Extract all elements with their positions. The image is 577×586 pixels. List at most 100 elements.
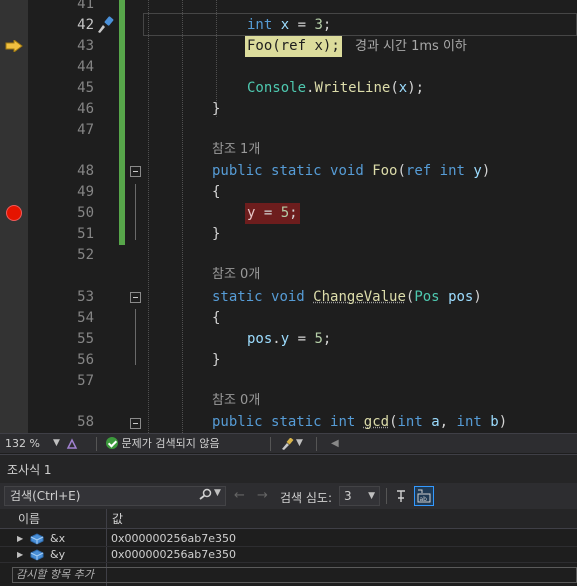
watch-name: &y [50,548,66,561]
variable-icon [30,533,44,545]
zoom-dropdown-icon[interactable]: ▼ [53,434,60,453]
watch-window: 조사식 1 검색(Ctrl+E) ▼ ← → 검색 심도: 3 ▼ ab 이름 … [0,454,577,586]
code-line: 48 public static void Foo(ref int y) [0,161,577,182]
cleanup-dropdown-icon[interactable]: ▼ [296,434,303,453]
code-editor[interactable]: 41 42 int x = 3; 43 Foo(ref x); 경과 시간 1m… [0,0,577,433]
code-text: int x = 3; [247,17,332,33]
code-text: public static int gcd(int a, int b) [212,414,508,430]
current-statement: Foo(ref x); [245,36,342,57]
line-number: 54 [77,310,94,326]
code-line: 49 { [0,182,577,203]
expand-icon[interactable]: ▶ [17,547,23,563]
codelens: 참조 0개 [0,390,577,411]
line-number: 49 [77,184,94,200]
code-line: 56 } [0,350,577,371]
issues-indicator[interactable]: 문제가 검색되지 않음 [106,434,220,453]
code-text: static void ChangeValue(Pos pos) [212,289,482,305]
perf-tip[interactable]: 경과 시간 1ms 이하 [355,36,467,57]
separator [386,488,387,504]
watch-title[interactable]: 조사식 1 [7,461,52,478]
line-number: 50 [77,205,94,221]
line-number: 42 [77,17,94,33]
codelens: 참조 0개 [0,264,577,285]
line-number: 45 [77,80,94,96]
code-text: } [212,226,221,242]
zoom-level[interactable]: 132 % [5,434,40,453]
chevron-down-icon: ▼ [368,491,375,501]
code-line: 55 pos.y = 5; [0,329,577,350]
expand-icon[interactable]: ▶ [17,531,23,547]
code-line: 53 static void ChangeValue(Pos pos) [0,287,577,308]
code-text: { [212,184,221,200]
watch-value: 0x000000256ab7e350 [111,532,236,545]
search-forward-icon[interactable]: → [257,488,268,503]
scroll-left-icon[interactable]: ◀ [331,434,339,453]
search-depth-select[interactable]: 3 ▼ [339,486,380,506]
code-line: 46 } [0,99,577,120]
line-number: 53 [77,289,94,305]
reference-count-link[interactable]: 참조 0개 [212,264,260,285]
code-line: 52 [0,245,577,266]
separator [270,437,271,451]
code-text: pos.y = 5; [247,331,332,347]
code-line: 43 Foo(ref x); 경과 시간 1ms 이하 [0,36,577,57]
line-number: 43 [77,38,94,54]
line-number: 55 [77,331,94,347]
breakpoint-statement: y = 5; [245,203,300,224]
code-line: 45 Console.WriteLine(x); [0,78,577,99]
code-text: } [212,352,221,368]
watch-value: 0x000000256ab7e350 [111,548,236,561]
search-icon[interactable] [197,488,213,500]
code-text: public static void Foo(ref int y) [212,163,491,179]
watch-name: &x [50,532,66,545]
separator [96,437,97,451]
issues-text: 문제가 검색되지 않음 [121,437,220,450]
hex-display-toggle-icon[interactable]: ab [414,486,434,506]
line-number: 58 [77,414,94,430]
search-back-icon[interactable]: ← [234,488,245,503]
search-depth-label: 검색 심도: [280,491,333,505]
code-line: 42 int x = 3; [0,15,577,36]
code-line: 58 public static int gcd(int a, int b) [0,412,577,433]
code-line: 51 } [0,224,577,245]
line-number: 46 [77,101,94,117]
svg-text:ab: ab [420,496,428,503]
watch-row[interactable]: ▶ &y 0x000000256ab7e350 [0,547,577,563]
name-column-header[interactable]: 이름 [18,509,40,529]
code-line: 47 [0,120,577,141]
line-number: 51 [77,226,94,242]
pin-icon[interactable] [392,486,410,506]
search-options-dropdown-icon[interactable]: ▼ [214,488,221,498]
codelens: 참조 1개 [0,139,577,160]
reference-count-link[interactable]: 참조 1개 [212,139,260,160]
search-depth-value: 3 [344,489,352,503]
code-line: 57 [0,371,577,392]
watch-grid: 이름 값 ▶ &x 0x000000256ab7e350 ▶ &y 0x0000… [0,509,577,586]
watch-toolbar: 검색(Ctrl+E) ▼ ← → 검색 심도: 3 ▼ ab [0,483,577,509]
watch-search-input[interactable]: 검색(Ctrl+E) [4,486,226,506]
check-circle-icon [106,437,118,449]
search-placeholder: 검색(Ctrl+E) [10,489,81,503]
watch-row[interactable]: ▶ &x 0x000000256ab7e350 [0,531,577,547]
line-number: 47 [77,122,94,138]
add-watch-input[interactable]: 감시할 항목 추가 [12,567,577,583]
reference-count-link[interactable]: 참조 0개 [212,390,260,411]
code-text: { [212,310,221,326]
line-number: 56 [77,352,94,368]
line-number: 52 [77,247,94,263]
separator [316,437,317,451]
editor-status-bar: 132 % ▼ 문제가 검색되지 않음 ▼ ◀ [0,433,577,453]
variable-icon [30,549,44,561]
line-number: 57 [77,373,94,389]
watch-grid-header: 이름 값 [0,509,577,529]
value-column-header[interactable]: 값 [112,509,123,529]
code-line: 54 { [0,308,577,329]
line-number: 44 [77,59,94,75]
line-number: 41 [77,0,94,12]
code-line: 50 y = 5; [0,203,577,224]
code-line: 44 [0,57,577,78]
add-watch-placeholder: 감시할 항목 추가 [16,568,94,581]
line-number: 48 [77,163,94,179]
code-text: } [212,101,221,117]
code-line: 41 [0,0,577,15]
